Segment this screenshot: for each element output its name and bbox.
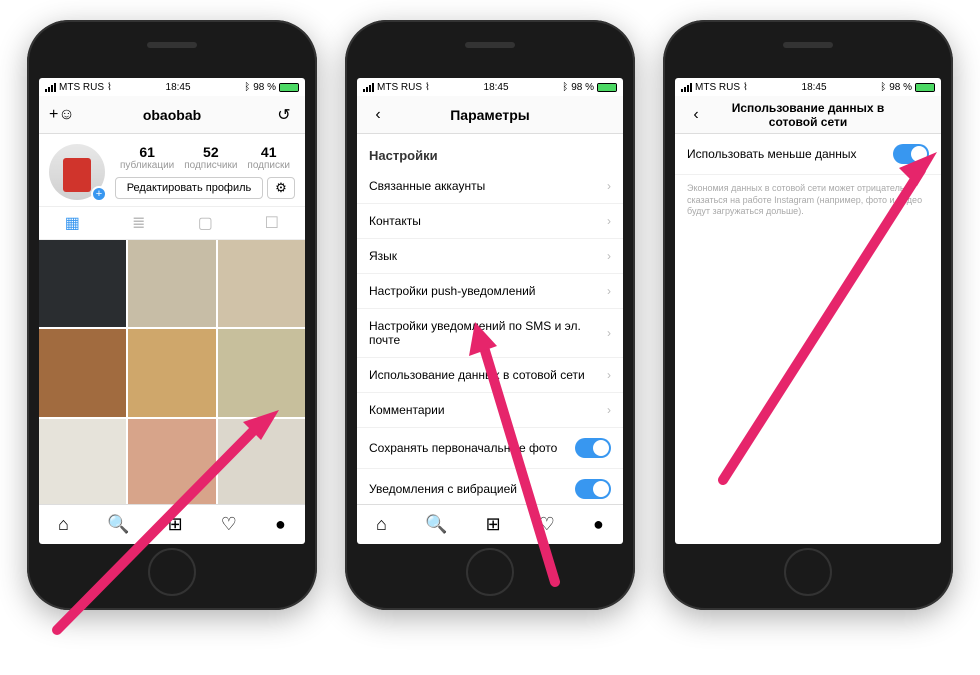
settings-row[interactable]: Настройки уведомлений по SMS и эл. почте… (357, 309, 623, 358)
signal-icon (45, 83, 56, 92)
edit-profile-button[interactable]: Редактировать профиль (115, 177, 263, 199)
nav-add-icon[interactable]: ⊞ (168, 514, 183, 535)
photo-cell[interactable] (128, 419, 215, 504)
use-less-data-toggle[interactable] (893, 144, 929, 164)
bottom-nav: ⌂ 🔍 ⊞ ♡ ● (357, 504, 623, 544)
data-usage-help: Экономия данных в сотовой сети может отр… (675, 175, 941, 218)
row-label: Язык (369, 249, 397, 263)
row-label: Контакты (369, 214, 421, 228)
profile-summary: + 61публикации 52подписчики 41подписки Р… (39, 134, 305, 206)
settings-row[interactable]: Настройки push-уведомлений › (357, 274, 623, 309)
carrier-label: MTS RUS (59, 82, 104, 93)
nav-activity-icon[interactable]: ♡ (221, 514, 237, 535)
phone-3: MTS RUS⌇ 18:45 ᛒ98 % ‹ Использование дан… (663, 20, 953, 610)
bluetooth-icon: ᛒ (244, 82, 250, 93)
nav-activity-icon[interactable]: ♡ (539, 514, 555, 535)
clock: 18:45 (166, 82, 191, 93)
photo-cell[interactable] (218, 419, 305, 504)
back-icon[interactable]: ‹ (685, 106, 707, 124)
data-usage-title: Использование данных в сотовой сети (707, 101, 909, 129)
username-title[interactable]: obaobab (71, 107, 273, 123)
photo-cell[interactable] (128, 329, 215, 416)
settings-row[interactable]: Использование данных в сотовой сети › (357, 358, 623, 393)
nav-add-icon[interactable]: ⊞ (486, 514, 501, 535)
data-usage-list: Использовать меньше данных Экономия данн… (675, 134, 941, 544)
battery-icon (279, 83, 299, 92)
row-label: Использование данных в сотовой сети (369, 368, 585, 382)
settings-row[interactable]: Комментарии › (357, 393, 623, 428)
bottom-nav: ⌂ 🔍 ⊞ ♡ ● (39, 504, 305, 544)
photo-grid (39, 240, 305, 504)
profile-header: +☺ obaobab ↺ (39, 96, 305, 134)
chevron-right-icon: › (607, 368, 611, 382)
chevron-right-icon: › (607, 403, 611, 417)
add-friend-icon[interactable]: +☺ (49, 106, 71, 124)
settings-toggle-row[interactable]: Сохранять первоначальные фото (357, 428, 623, 469)
stat-posts[interactable]: 61публикации (120, 144, 174, 171)
row-label: Сохранять первоначальные фото (369, 441, 557, 455)
settings-row[interactable]: Язык › (357, 239, 623, 274)
row-label: Настройки push-уведомлений (369, 284, 535, 298)
settings-title: Параметры (389, 107, 591, 123)
status-bar: MTS RUS⌇ 18:45 ᛒ98 % (39, 78, 305, 96)
profile-tabs: ▦ ≣ ▢ ☐ (39, 206, 305, 240)
photo-cell[interactable] (39, 419, 126, 504)
tab-saved[interactable]: ☐ (239, 207, 306, 239)
battery-pct: 98 % (253, 82, 276, 93)
stat-following[interactable]: 41подписки (247, 144, 290, 171)
stat-followers[interactable]: 52подписчики (184, 144, 237, 171)
screen-data-usage: MTS RUS⌇ 18:45 ᛒ98 % ‹ Использование дан… (675, 78, 941, 544)
chevron-right-icon: › (607, 326, 611, 340)
settings-row[interactable]: Контакты › (357, 204, 623, 239)
settings-header: ‹ Параметры (357, 96, 623, 134)
row-label: Связанные аккаунты (369, 179, 485, 193)
phone-1: MTS RUS⌇ 18:45 ᛒ98 % +☺ obaobab ↺ + 61пу… (27, 20, 317, 610)
photo-cell[interactable] (218, 329, 305, 416)
nav-home-icon[interactable]: ⌂ (58, 514, 69, 535)
photo-cell[interactable] (39, 329, 126, 416)
settings-row[interactable]: Связанные аккаунты › (357, 169, 623, 204)
use-less-data-label: Использовать меньше данных (687, 147, 857, 161)
stats-row: 61публикации 52подписчики 41подписки (115, 144, 295, 171)
screen-profile: MTS RUS⌇ 18:45 ᛒ98 % +☺ obaobab ↺ + 61пу… (39, 78, 305, 544)
row-label: Уведомления с вибрацией (369, 482, 517, 496)
row-label: Настройки уведомлений по SMS и эл. почте (369, 319, 607, 347)
back-icon[interactable]: ‹ (367, 106, 389, 124)
settings-toggle-row[interactable]: Уведомления с вибрацией (357, 469, 623, 504)
add-story-icon[interactable]: + (91, 186, 107, 202)
nav-profile-icon[interactable]: ● (593, 514, 604, 535)
settings-gear-button[interactable]: ⚙ (267, 177, 295, 199)
nav-search-icon[interactable]: 🔍 (425, 514, 447, 535)
tab-list[interactable]: ≣ (106, 207, 173, 239)
phone-2: MTS RUS⌇ 18:45 ᛒ98 % ‹ Параметры Настрой… (345, 20, 635, 610)
status-bar: MTS RUS⌇ 18:45 ᛒ98 % (357, 78, 623, 96)
photo-cell[interactable] (218, 240, 305, 327)
data-usage-header: ‹ Использование данных в сотовой сети (675, 96, 941, 134)
switch-toggle[interactable] (575, 479, 611, 499)
row-label: Комментарии (369, 403, 445, 417)
photo-cell[interactable] (39, 240, 126, 327)
photo-cell[interactable] (128, 240, 215, 327)
tab-grid[interactable]: ▦ (39, 207, 106, 239)
section-settings: Настройки (357, 134, 623, 169)
nav-home-icon[interactable]: ⌂ (376, 514, 387, 535)
nav-profile-icon[interactable]: ● (275, 514, 286, 535)
tab-tagged[interactable]: ▢ (172, 207, 239, 239)
row-use-less-data[interactable]: Использовать меньше данных (675, 134, 941, 175)
chevron-right-icon: › (607, 284, 611, 298)
screen-settings: MTS RUS⌇ 18:45 ᛒ98 % ‹ Параметры Настрой… (357, 78, 623, 544)
chevron-right-icon: › (607, 179, 611, 193)
nav-search-icon[interactable]: 🔍 (107, 514, 129, 535)
settings-list: Настройки Связанные аккаунты›Контакты›Яз… (357, 134, 623, 504)
chevron-right-icon: › (607, 249, 611, 263)
gear-icon: ⚙ (275, 180, 287, 196)
history-icon[interactable]: ↺ (273, 105, 295, 125)
switch-toggle[interactable] (575, 438, 611, 458)
status-bar: MTS RUS⌇ 18:45 ᛒ98 % (675, 78, 941, 96)
wifi-icon: ⌇ (107, 82, 112, 93)
avatar[interactable]: + (49, 144, 105, 200)
chevron-right-icon: › (607, 214, 611, 228)
